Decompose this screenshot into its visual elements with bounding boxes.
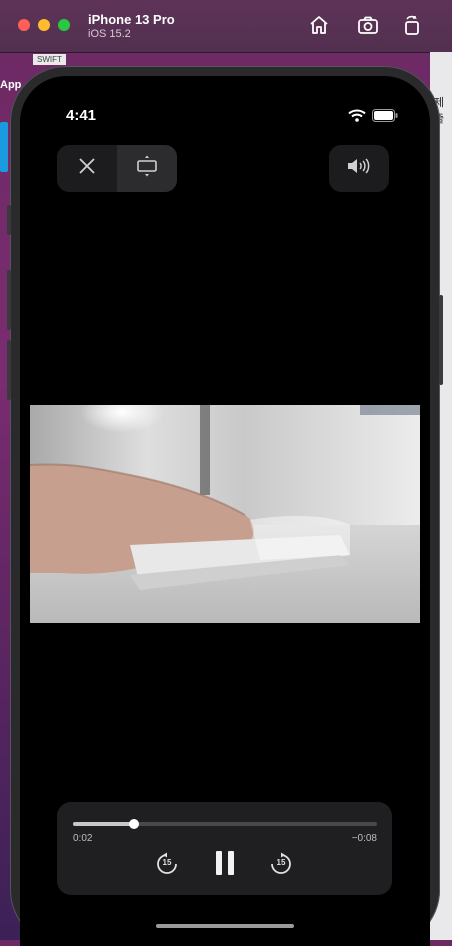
skip-forward-label: 15 [276, 858, 286, 867]
skip-back-label: 15 [162, 858, 172, 867]
aspect-fit-button[interactable] [117, 145, 177, 192]
home-icon[interactable] [306, 12, 332, 38]
iphone-device-frame: 4:41 0:02 −0:08 15 15 [10, 66, 440, 946]
volume-button[interactable] [329, 145, 389, 192]
os-version: iOS 15.2 [88, 28, 131, 40]
skip-back-button[interactable]: 15 [155, 852, 179, 876]
pause-icon [214, 850, 236, 881]
progress-thumb[interactable] [128, 819, 139, 829]
playback-controls-panel: 0:02 −0:08 15 15 [57, 802, 392, 895]
minimize-window-button[interactable] [38, 19, 50, 31]
simulator-title-bar: iPhone 13 Pro iOS 15.2 [0, 0, 452, 53]
device-name: iPhone 13 Pro [88, 12, 175, 27]
side-button-left-3 [7, 340, 11, 400]
camera-icon[interactable] [355, 12, 381, 38]
status-time: 4:41 [66, 107, 97, 124]
close-icon [78, 157, 96, 180]
side-button-right [439, 295, 443, 385]
background-swift-tag: SWIFT [33, 54, 66, 65]
skip-back-15-icon: 15 [155, 852, 179, 876]
side-button-left-1 [7, 205, 11, 235]
close-button[interactable] [57, 145, 117, 192]
speaker-volume-icon [346, 157, 372, 180]
progress-fill [73, 822, 134, 826]
status-icons [348, 109, 398, 127]
pause-button[interactable] [214, 850, 236, 881]
skip-forward-button[interactable]: 15 [269, 852, 293, 876]
rotate-icon[interactable] [399, 12, 425, 38]
home-indicator[interactable] [156, 924, 294, 928]
iphone-screen: 4:41 0:02 −0:08 15 15 [20, 76, 430, 946]
wifi-icon [348, 109, 366, 127]
elapsed-time: 0:02 [73, 833, 93, 844]
battery-icon [372, 109, 398, 127]
aspect-fit-icon [136, 154, 158, 183]
side-button-left-2 [7, 270, 11, 330]
close-window-button[interactable] [18, 19, 30, 31]
video-image [30, 405, 420, 623]
remaining-time: −0:08 [351, 833, 377, 844]
progress-track[interactable] [73, 819, 377, 829]
background-app-accent [0, 122, 8, 172]
video-frame[interactable] [30, 405, 420, 623]
playback-top-controls [57, 145, 177, 192]
background-app-label: App [0, 79, 22, 91]
skip-forward-15-icon: 15 [269, 852, 293, 876]
zoom-window-button[interactable] [58, 19, 70, 31]
